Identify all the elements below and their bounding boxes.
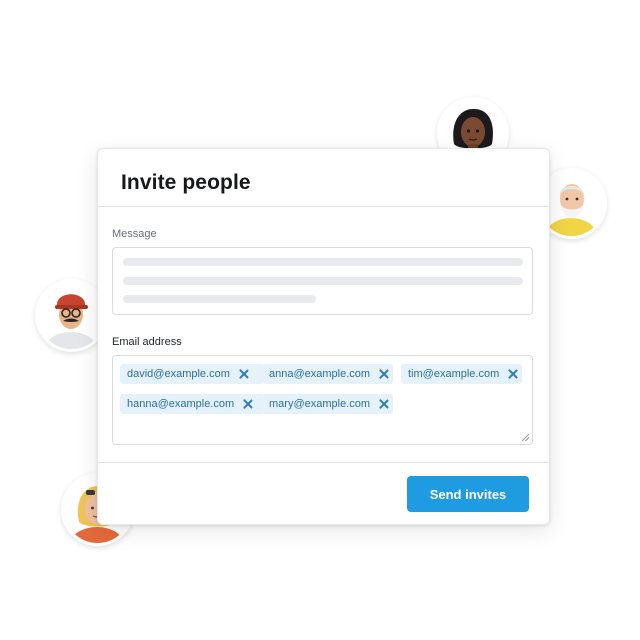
email-chip-text: mary@example.com [269,398,371,410]
email-chip: mary@example.com [262,394,393,414]
email-chip-text: anna@example.com [269,368,371,380]
close-icon[interactable] [379,399,387,409]
message-placeholder-line [123,277,523,285]
email-chip: tim@example.com [401,364,522,384]
email-label: Email address [112,336,182,348]
footer-divider [98,462,549,463]
email-chip: anna@example.com [262,364,393,384]
message-placeholder-line [123,258,523,266]
email-input[interactable]: david@example.com anna@example.com tim@e… [112,355,533,445]
header-divider [98,206,549,207]
message-textarea[interactable] [112,247,533,315]
email-chip-text: hanna@example.com [127,398,235,410]
email-chip: david@example.com [120,364,264,384]
close-icon[interactable] [239,369,249,379]
close-icon[interactable] [508,369,516,379]
dialog-title: Invite people [121,171,251,194]
email-chip-text: tim@example.com [408,368,500,380]
close-icon[interactable] [379,369,387,379]
invite-dialog: Invite people Message Email address davi… [97,148,550,525]
resize-handle-icon[interactable] [522,434,529,441]
message-placeholder-line [123,295,316,303]
email-chip: hanna@example.com [120,394,264,414]
message-label: Message [112,228,157,240]
avatar-man-mustache-illustration [38,282,105,349]
close-icon[interactable] [243,399,253,409]
send-invites-button[interactable]: Send invites [407,476,529,512]
email-chip-text: david@example.com [127,368,230,380]
